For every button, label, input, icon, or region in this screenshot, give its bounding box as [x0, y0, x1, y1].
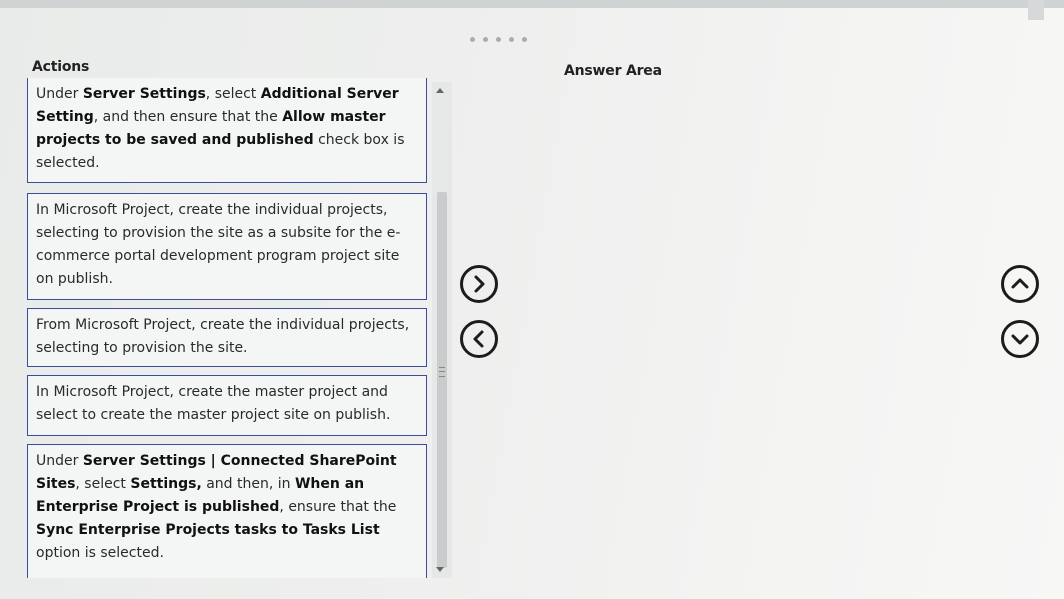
move-up-button[interactable] [1001, 265, 1039, 303]
action-item[interactable]: From Microsoft Project, create the indiv… [27, 308, 427, 367]
exam-screen: Actions Answer Area Under Server Setting… [0, 0, 1064, 599]
action-item-text: option is selected. [36, 545, 164, 561]
actions-list: Under Server Settings, select Additional… [22, 78, 456, 578]
actions-heading: Actions [32, 59, 90, 75]
pager-dot[interactable] [522, 37, 527, 42]
chevron-right-icon [474, 275, 485, 293]
scrollbar-thumb[interactable] [437, 192, 447, 568]
action-item-text: Under [36, 86, 83, 102]
actions-scrollbar[interactable] [432, 82, 452, 578]
action-item[interactable]: Under Server Settings | Connected ShareP… [27, 444, 427, 578]
action-item-text: Settings, [130, 476, 202, 492]
scroll-down-arrow-icon[interactable] [436, 567, 444, 572]
chevron-up-icon [1011, 278, 1029, 289]
action-item[interactable]: In Microsoft Project, create the master … [27, 375, 427, 436]
action-item-text: , ensure that the [279, 499, 397, 515]
action-item-text: Server Settings [82, 86, 206, 102]
scroll-up-arrow-icon[interactable] [436, 88, 444, 93]
action-item-text: , select [75, 476, 131, 492]
window-scrollbar-stub[interactable] [1028, 0, 1044, 20]
move-back-button[interactable] [460, 320, 498, 358]
action-item-text: In Microsoft Project, create the individ… [36, 202, 401, 287]
pager-dot[interactable] [483, 37, 488, 42]
top-border [0, 0, 1064, 8]
answer-area-heading: Answer Area [564, 63, 662, 79]
action-item[interactable]: In Microsoft Project, create the individ… [27, 193, 427, 300]
action-item-text: In Microsoft Project, create the master … [36, 384, 391, 423]
scrollbar-grip-icon [439, 367, 445, 377]
action-item-text: and then, in [201, 476, 295, 492]
action-item-text: , and then ensure that the [93, 109, 283, 125]
move-to-answer-button[interactable] [460, 265, 498, 303]
pager-dot[interactable] [509, 37, 514, 42]
move-down-button[interactable] [1001, 320, 1039, 358]
pager-dots [470, 37, 527, 45]
action-item-text: Sync Enterprise Projects tasks to Tasks … [36, 522, 380, 538]
pager-dot[interactable] [470, 37, 475, 42]
action-item-text: , select [205, 86, 261, 102]
pager-dot[interactable] [496, 37, 501, 42]
action-item[interactable]: Under Server Settings, select Additional… [27, 78, 427, 183]
action-item-text: From Microsoft Project, create the indiv… [36, 317, 410, 356]
action-item-text: Under [36, 453, 83, 469]
chevron-down-icon [1011, 334, 1029, 345]
chevron-left-icon [473, 330, 484, 348]
